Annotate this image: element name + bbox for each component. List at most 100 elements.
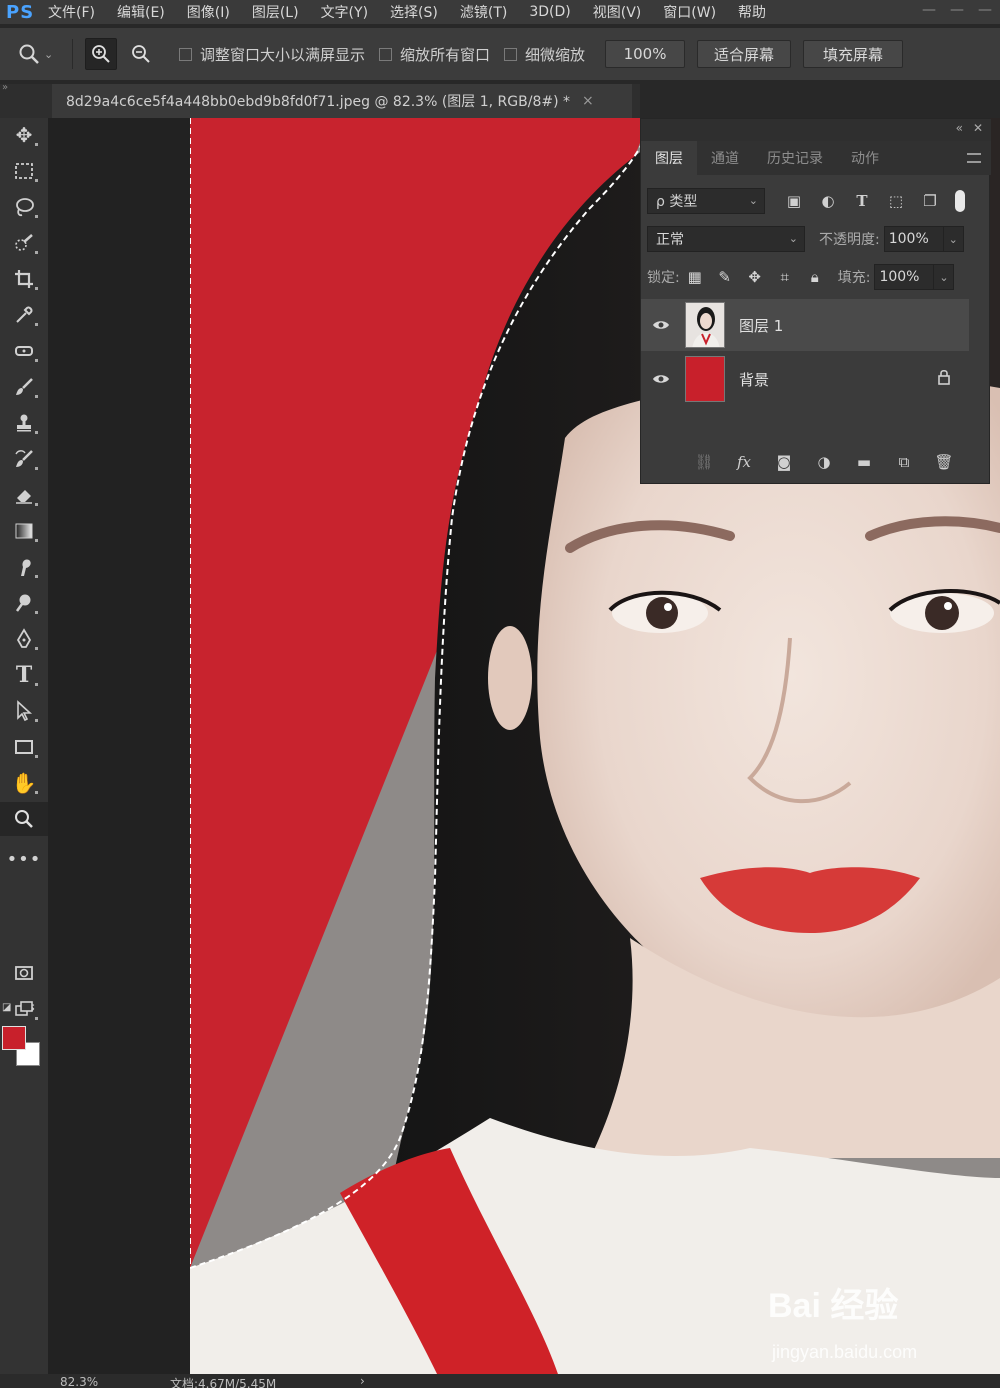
collapse-panel-icon[interactable]: « xyxy=(956,121,963,135)
layer-style-fx-icon[interactable]: fx xyxy=(733,453,755,471)
close-window-icon[interactable]: — xyxy=(978,2,992,18)
zoom-100-button[interactable]: 100% xyxy=(605,40,686,68)
type-tool[interactable]: T xyxy=(0,658,48,692)
scrubby-zoom-checkbox[interactable]: 细微缩放 xyxy=(504,44,585,65)
visibility-eye-icon[interactable] xyxy=(641,373,681,385)
history-brush-tool[interactable] xyxy=(0,442,48,476)
zoom-out-icon xyxy=(132,45,150,63)
tab-actions[interactable]: 动作 xyxy=(837,141,893,175)
smart-object-filter-icon[interactable]: ❐ xyxy=(913,188,947,214)
edit-toolbar-button[interactable]: ••• xyxy=(0,842,48,876)
quick-mask-button[interactable] xyxy=(0,956,48,990)
arrow-pointer-icon xyxy=(17,700,33,722)
marquee-tool[interactable] xyxy=(0,154,48,188)
lock-label: 锁定: xyxy=(647,270,680,286)
expand-panels-icon[interactable]: » xyxy=(2,82,8,93)
tab-history[interactable]: 历史记录 xyxy=(753,141,837,175)
panel-menu-icon[interactable] xyxy=(967,153,981,163)
eraser-tool[interactable] xyxy=(0,478,48,512)
screen-mode-icon xyxy=(15,1001,33,1016)
layer-name[interactable]: 图层 1 xyxy=(739,315,783,336)
lock-image-pixels-icon[interactable]: ✎ xyxy=(710,264,740,290)
panel-tabs: 图层 通道 历史记录 动作 xyxy=(641,141,991,175)
tool-preset-picker[interactable]: ⌄ xyxy=(18,43,62,65)
maximize-icon[interactable]: — xyxy=(950,2,964,18)
new-layer-icon[interactable]: ⧉ xyxy=(893,453,915,471)
menu-edit[interactable]: 编辑(E) xyxy=(117,2,165,22)
eyedropper-tool[interactable] xyxy=(0,298,48,332)
path-selection-tool[interactable] xyxy=(0,694,48,728)
zoom-tool-icon xyxy=(19,44,39,64)
opacity-input[interactable]: 100% xyxy=(883,226,944,252)
gradient-tool[interactable] xyxy=(0,514,48,548)
tab-layers[interactable]: 图层 xyxy=(641,141,697,175)
status-menu-arrow[interactable]: › xyxy=(360,1374,365,1388)
document-tab[interactable]: 8d29a4c6ce5f4a448bb0ebd9b8fd0f71.jpeg @ … xyxy=(52,84,632,118)
quick-selection-tool[interactable] xyxy=(0,226,48,260)
lasso-tool[interactable] xyxy=(0,190,48,224)
zoom-out-button[interactable] xyxy=(125,38,157,70)
minimize-icon[interactable]: — xyxy=(922,2,936,18)
menu-3d[interactable]: 3D(D) xyxy=(529,4,570,20)
clone-stamp-tool[interactable] xyxy=(0,406,48,440)
zoom-tool[interactable] xyxy=(0,802,48,836)
layer-row-background[interactable]: 背景 xyxy=(641,353,969,405)
layer-name[interactable]: 背景 xyxy=(739,369,769,390)
type-filter-icon[interactable]: T xyxy=(845,188,879,214)
adjustment-filter-icon[interactable]: ◐ xyxy=(811,188,845,214)
menu-help[interactable]: 帮助 xyxy=(738,2,766,22)
close-icon[interactable]: × xyxy=(582,93,594,109)
filter-toggle-switch[interactable] xyxy=(955,190,965,212)
screen-mode-button[interactable] xyxy=(0,992,48,1026)
status-bar: 82.3% 文档:4.67M/5.45M › xyxy=(0,1374,1000,1388)
tab-channels[interactable]: 通道 xyxy=(697,141,753,175)
menu-filter[interactable]: 滤镜(T) xyxy=(460,2,507,22)
new-group-folder-icon[interactable]: ▬ xyxy=(853,453,875,471)
options-bar: ⌄ 调整窗口大小以满屏显示 缩放所有窗口 细微缩放 100% 适合屏幕 填充屏幕 xyxy=(0,28,1000,80)
shape-filter-icon[interactable]: ⬚ xyxy=(879,188,913,214)
smudge-tool[interactable] xyxy=(0,550,48,584)
brush-tool[interactable] xyxy=(0,370,48,404)
lock-artboard-icon[interactable]: ⌗ xyxy=(770,264,800,290)
opacity-dropdown-icon[interactable]: ⌄ xyxy=(943,226,964,252)
menu-file[interactable]: 文件(F) xyxy=(48,2,95,22)
lock-position-icon[interactable]: ✥ xyxy=(740,264,770,290)
pen-tool[interactable] xyxy=(0,622,48,656)
menu-type[interactable]: 文字(Y) xyxy=(321,2,368,22)
resize-windows-checkbox[interactable]: 调整窗口大小以满屏显示 xyxy=(179,44,365,65)
link-layers-icon[interactable]: ⛓︎ xyxy=(693,453,715,471)
fill-dropdown-icon[interactable]: ⌄ xyxy=(934,264,955,290)
blend-mode-select[interactable]: 正常 ⌄ xyxy=(647,226,805,252)
adjustment-layer-icon[interactable]: ◑ xyxy=(813,453,835,471)
menu-window[interactable]: 窗口(W) xyxy=(663,2,716,22)
add-mask-icon[interactable]: ◙ xyxy=(773,453,795,471)
menu-select[interactable]: 选择(S) xyxy=(390,2,438,22)
lock-all-icon[interactable]: 🔒︎ xyxy=(800,264,830,290)
dodge-tool[interactable] xyxy=(0,586,48,620)
move-tool[interactable]: ✥ xyxy=(0,118,48,152)
zoom-in-button[interactable] xyxy=(85,38,117,70)
layer-kind-filter[interactable]: ρ 类型 ⌄ xyxy=(647,188,765,214)
menu-image[interactable]: 图像(I) xyxy=(187,2,230,22)
foreground-color-swatch[interactable] xyxy=(2,1026,26,1050)
menu-view[interactable]: 视图(V) xyxy=(593,2,642,22)
lock-transparency-icon[interactable]: ▦ xyxy=(680,264,710,290)
menu-layer[interactable]: 图层(L) xyxy=(252,2,299,22)
fill-label: 填充: xyxy=(837,270,871,286)
crop-icon xyxy=(15,270,33,288)
hand-tool[interactable]: ✋ xyxy=(0,766,48,800)
trash-icon[interactable]: 🗑︎ xyxy=(933,453,955,471)
layer-row-layer-1[interactable]: 图层 1 xyxy=(641,299,969,351)
close-panel-icon[interactable]: ✕ xyxy=(973,121,983,135)
fit-screen-button[interactable]: 适合屏幕 xyxy=(697,40,792,68)
fill-input[interactable]: 100% xyxy=(874,264,935,290)
pixel-filter-icon[interactable]: ▣ xyxy=(777,188,811,214)
fill-screen-button[interactable]: 填充屏幕 xyxy=(803,40,904,68)
healing-brush-tool[interactable] xyxy=(0,334,48,368)
zoom-level[interactable]: 82.3% xyxy=(60,1375,98,1388)
quick-mask-icon xyxy=(15,966,33,980)
zoom-all-windows-checkbox[interactable]: 缩放所有窗口 xyxy=(379,44,490,65)
rectangle-tool[interactable] xyxy=(0,730,48,764)
visibility-eye-icon[interactable] xyxy=(641,319,681,331)
crop-tool[interactable] xyxy=(0,262,48,296)
